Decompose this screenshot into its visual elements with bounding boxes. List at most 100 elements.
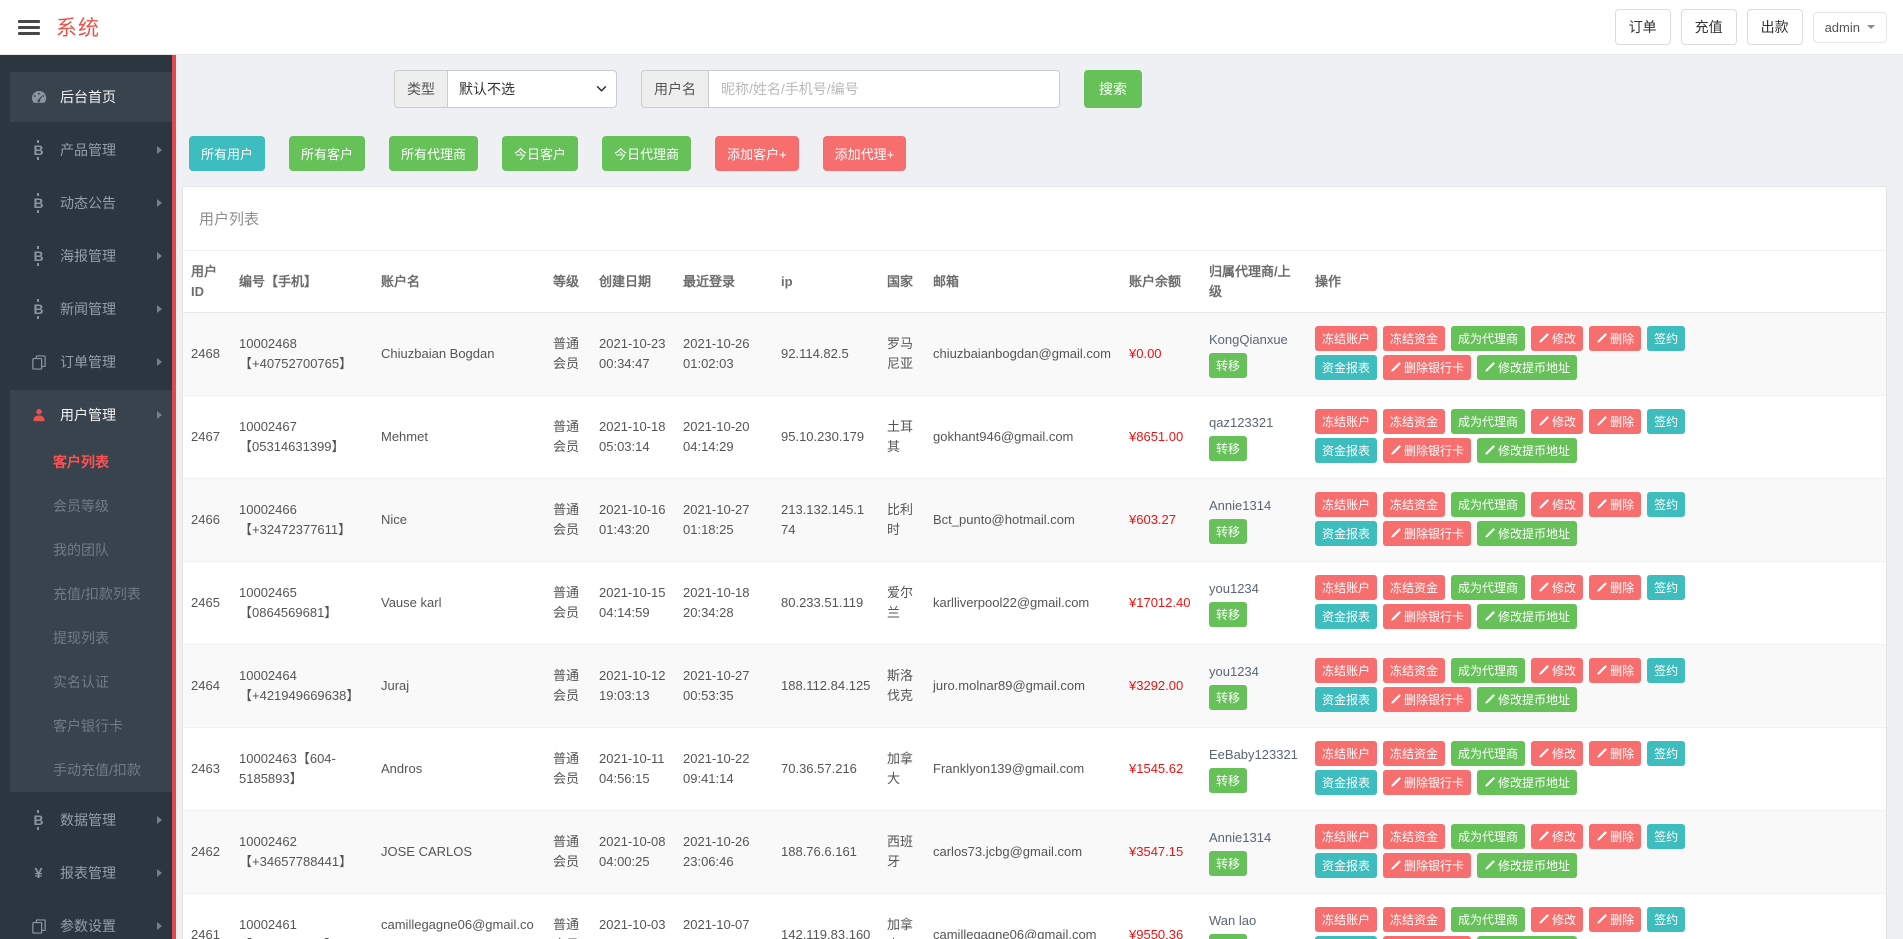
freeze-funds-button[interactable]: 冻结资金 <box>1383 326 1445 351</box>
delete-button[interactable]: 删除 <box>1589 492 1641 517</box>
edit-button[interactable]: 修改 <box>1531 575 1583 600</box>
delete-bank-card-button[interactable]: 删除银行卡 <box>1383 521 1471 546</box>
edit-button[interactable]: 修改 <box>1531 492 1583 517</box>
delete-button[interactable]: 删除 <box>1589 658 1641 683</box>
sidebar-subitem[interactable]: 手动充值/扣款 <box>10 748 172 792</box>
sidebar-item[interactable]: B动态公告 <box>10 178 172 228</box>
freeze-funds-button[interactable]: 冻结资金 <box>1383 907 1445 932</box>
delete-bank-card-button[interactable]: 删除银行卡 <box>1383 438 1471 463</box>
transfer-button[interactable]: 转移 <box>1209 519 1247 544</box>
sidebar-item[interactable]: 用户管理 <box>10 390 172 440</box>
funds-report-button[interactable]: 资金报表 <box>1315 521 1377 546</box>
transfer-button[interactable]: 转移 <box>1209 934 1247 939</box>
sidebar-subitem[interactable]: 充值/扣款列表 <box>10 572 172 616</box>
edit-withdraw-address-button[interactable]: 修改提币地址 <box>1477 521 1577 546</box>
freeze-funds-button[interactable]: 冻结资金 <box>1383 409 1445 434</box>
payout-button[interactable]: 出款 <box>1747 9 1803 45</box>
funds-report-button[interactable]: 资金报表 <box>1315 438 1377 463</box>
quick-filter-button[interactable]: 添加代理+ <box>823 136 907 171</box>
edit-button[interactable]: 修改 <box>1531 409 1583 434</box>
sign-button[interactable]: 签约 <box>1647 575 1685 600</box>
become-agent-button[interactable]: 成为代理商 <box>1451 907 1525 932</box>
transfer-button[interactable]: 转移 <box>1209 602 1247 627</box>
delete-button[interactable]: 删除 <box>1589 907 1641 932</box>
username-input[interactable] <box>708 70 1060 108</box>
edit-button[interactable]: 修改 <box>1531 907 1583 932</box>
sidebar-item[interactable]: B新闻管理 <box>10 284 172 334</box>
funds-report-button[interactable]: 资金报表 <box>1315 604 1377 629</box>
delete-button[interactable]: 删除 <box>1589 326 1641 351</box>
transfer-button[interactable]: 转移 <box>1209 436 1247 461</box>
freeze-account-button[interactable]: 冻结账户 <box>1315 824 1377 849</box>
sidebar-item[interactable]: 后台首页 <box>10 72 172 122</box>
delete-bank-card-button[interactable]: 删除银行卡 <box>1383 604 1471 629</box>
hamburger-menu-icon[interactable] <box>18 17 40 38</box>
funds-report-button[interactable]: 资金报表 <box>1315 687 1377 712</box>
freeze-funds-button[interactable]: 冻结资金 <box>1383 824 1445 849</box>
delete-button[interactable]: 删除 <box>1589 575 1641 600</box>
edit-withdraw-address-button[interactable]: 修改提币地址 <box>1477 604 1577 629</box>
sign-button[interactable]: 签约 <box>1647 492 1685 517</box>
sign-button[interactable]: 签约 <box>1647 741 1685 766</box>
edit-withdraw-address-button[interactable]: 修改提币地址 <box>1477 438 1577 463</box>
delete-button[interactable]: 删除 <box>1589 824 1641 849</box>
admin-user-dropdown[interactable]: admin <box>1813 12 1887 43</box>
edit-withdraw-address-button[interactable]: 修改提币地址 <box>1477 770 1577 795</box>
freeze-account-button[interactable]: 冻结账户 <box>1315 658 1377 683</box>
freeze-funds-button[interactable]: 冻结资金 <box>1383 658 1445 683</box>
funds-report-button[interactable]: 资金报表 <box>1315 770 1377 795</box>
recharge-button[interactable]: 充值 <box>1681 9 1737 45</box>
transfer-button[interactable]: 转移 <box>1209 851 1247 876</box>
freeze-account-button[interactable]: 冻结账户 <box>1315 409 1377 434</box>
sign-button[interactable]: 签约 <box>1647 824 1685 849</box>
delete-button[interactable]: 删除 <box>1589 741 1641 766</box>
freeze-account-button[interactable]: 冻结账户 <box>1315 575 1377 600</box>
become-agent-button[interactable]: 成为代理商 <box>1451 409 1525 434</box>
sidebar-subitem[interactable]: 我的团队 <box>10 528 172 572</box>
delete-bank-card-button[interactable]: 删除银行卡 <box>1383 687 1471 712</box>
freeze-account-button[interactable]: 冻结账户 <box>1315 741 1377 766</box>
transfer-button[interactable]: 转移 <box>1209 768 1247 793</box>
quick-filter-button[interactable]: 所有代理商 <box>389 136 478 171</box>
sidebar-subitem[interactable]: 客户列表 <box>10 440 172 484</box>
edit-withdraw-address-button[interactable]: 修改提币地址 <box>1477 853 1577 878</box>
sidebar-subitem[interactable]: 提现列表 <box>10 616 172 660</box>
sign-button[interactable]: 签约 <box>1647 326 1685 351</box>
type-select[interactable]: 默认不选 <box>447 70 617 108</box>
edit-withdraw-address-button[interactable]: 修改提币地址 <box>1477 355 1577 380</box>
orders-button[interactable]: 订单 <box>1615 9 1671 45</box>
freeze-account-button[interactable]: 冻结账户 <box>1315 907 1377 932</box>
become-agent-button[interactable]: 成为代理商 <box>1451 824 1525 849</box>
transfer-button[interactable]: 转移 <box>1209 685 1247 710</box>
delete-bank-card-button[interactable]: 删除银行卡 <box>1383 770 1471 795</box>
freeze-funds-button[interactable]: 冻结资金 <box>1383 492 1445 517</box>
sidebar-item[interactable]: 参数设置 <box>10 901 172 939</box>
edit-button[interactable]: 修改 <box>1531 824 1583 849</box>
transfer-button[interactable]: 转移 <box>1209 353 1247 378</box>
become-agent-button[interactable]: 成为代理商 <box>1451 575 1525 600</box>
edit-withdraw-address-button[interactable]: 修改提币地址 <box>1477 687 1577 712</box>
become-agent-button[interactable]: 成为代理商 <box>1451 741 1525 766</box>
search-button[interactable]: 搜索 <box>1084 70 1142 108</box>
edit-button[interactable]: 修改 <box>1531 741 1583 766</box>
freeze-funds-button[interactable]: 冻结资金 <box>1383 741 1445 766</box>
edit-button[interactable]: 修改 <box>1531 326 1583 351</box>
funds-report-button[interactable]: 资金报表 <box>1315 853 1377 878</box>
edit-button[interactable]: 修改 <box>1531 658 1583 683</box>
sidebar-item[interactable]: ¥报表管理 <box>10 848 172 898</box>
sidebar-item[interactable]: B海报管理 <box>10 231 172 281</box>
sidebar-subitem[interactable]: 实名认证 <box>10 660 172 704</box>
sidebar-item[interactable]: B产品管理 <box>10 125 172 175</box>
delete-button[interactable]: 删除 <box>1589 409 1641 434</box>
quick-filter-button[interactable]: 今日客户 <box>502 136 578 171</box>
become-agent-button[interactable]: 成为代理商 <box>1451 492 1525 517</box>
freeze-account-button[interactable]: 冻结账户 <box>1315 492 1377 517</box>
sign-button[interactable]: 签约 <box>1647 907 1685 932</box>
delete-bank-card-button[interactable]: 删除银行卡 <box>1383 853 1471 878</box>
funds-report-button[interactable]: 资金报表 <box>1315 355 1377 380</box>
sidebar-item[interactable]: B数据管理 <box>10 795 172 845</box>
become-agent-button[interactable]: 成为代理商 <box>1451 326 1525 351</box>
sign-button[interactable]: 签约 <box>1647 658 1685 683</box>
freeze-account-button[interactable]: 冻结账户 <box>1315 326 1377 351</box>
delete-bank-card-button[interactable]: 删除银行卡 <box>1383 355 1471 380</box>
